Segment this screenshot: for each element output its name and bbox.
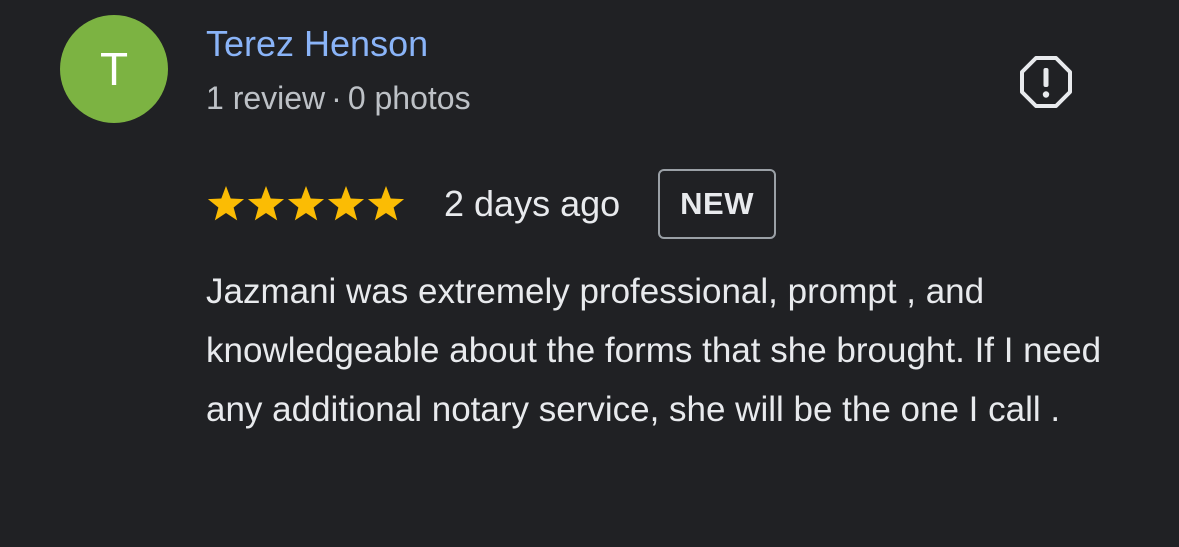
star-icon bbox=[367, 186, 405, 221]
reviewer-meta: 1 review · 0 photos bbox=[206, 78, 471, 118]
star-icon bbox=[247, 186, 285, 221]
avatar[interactable]: T bbox=[60, 15, 168, 123]
star-icon bbox=[327, 186, 365, 221]
review-date: 2 days ago bbox=[444, 183, 621, 224]
avatar-initial: T bbox=[99, 43, 129, 95]
star-rating bbox=[206, 184, 406, 224]
reviewer-name[interactable]: Terez Henson bbox=[206, 22, 428, 66]
star-icon bbox=[287, 186, 325, 221]
report-review-button[interactable] bbox=[1014, 50, 1078, 114]
meta-separator: · bbox=[331, 80, 342, 116]
rating-row: 2 days ago NEW bbox=[206, 166, 776, 242]
review-text: Jazmani was extremely professional, prom… bbox=[206, 272, 1102, 429]
review-count: 1 review bbox=[206, 80, 326, 116]
photo-count: 0 photos bbox=[347, 80, 471, 116]
new-badge: NEW bbox=[658, 169, 776, 239]
star-icon bbox=[207, 186, 245, 221]
report-flag-octagon-icon bbox=[1020, 56, 1072, 108]
